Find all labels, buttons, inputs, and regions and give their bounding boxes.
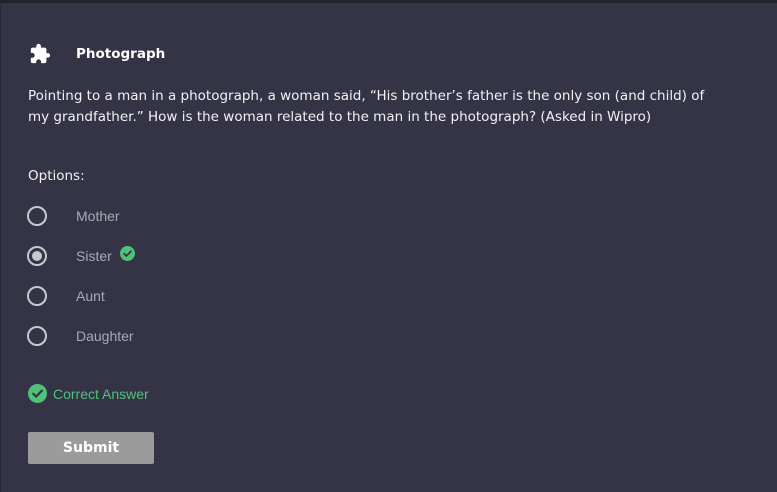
question-header: Photograph	[29, 43, 165, 65]
option-radio-selected[interactable]	[27, 246, 47, 266]
result-text: Correct Answer	[53, 385, 149, 402]
option-mother[interactable]: Mother	[27, 205, 120, 227]
option-aunt[interactable]: Aunt	[27, 285, 105, 307]
option-radio[interactable]	[27, 206, 47, 226]
answer-result: Correct Answer	[28, 384, 149, 403]
option-radio[interactable]	[27, 286, 47, 306]
option-daughter[interactable]: Daughter	[27, 325, 134, 347]
question-title: Photograph	[76, 46, 166, 62]
options-label: Options:	[28, 168, 85, 184]
option-label: Aunt	[76, 288, 105, 304]
submit-button[interactable]: Submit	[28, 432, 154, 464]
option-label: Sister	[76, 248, 112, 264]
question-text: Pointing to a man in a photograph, a wom…	[28, 88, 705, 125]
puzzle-piece-icon	[30, 43, 51, 64]
correct-check-icon	[120, 246, 135, 261]
question-card: Photograph Pointing to a man in a photog…	[0, 0, 777, 492]
check-circle-icon	[28, 384, 47, 403]
option-sister[interactable]: Sister	[27, 245, 135, 267]
option-label: Mother	[76, 208, 120, 224]
option-radio[interactable]	[27, 326, 47, 346]
option-label: Daughter	[76, 328, 134, 344]
